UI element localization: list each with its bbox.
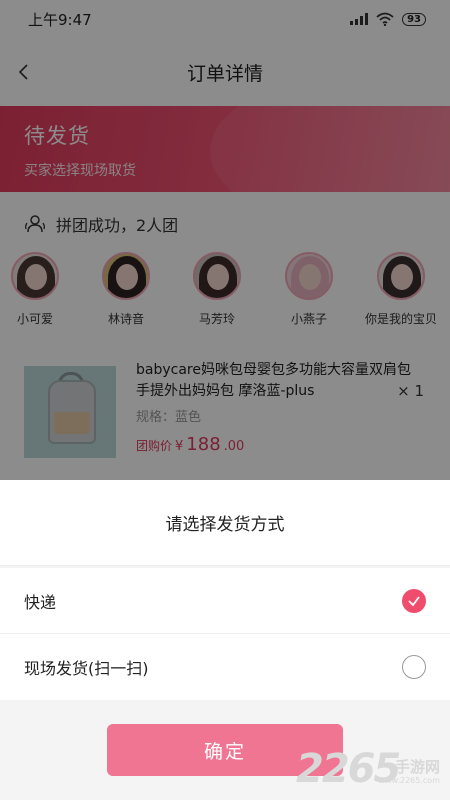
option-express[interactable]: 快递	[0, 568, 450, 634]
watermark-text: 手游网	[394, 758, 440, 776]
option-label: 快递	[24, 592, 57, 612]
option-label: 现场发货(扫一扫)	[24, 659, 149, 678]
site-watermark: 2265 手游网 www.2265.com	[296, 746, 444, 792]
option-onsite[interactable]: 现场发货(扫一扫)	[0, 634, 450, 700]
radio-unchecked-icon[interactable]	[402, 655, 426, 679]
watermark-url: www.2265.com	[378, 776, 440, 785]
radio-checked-icon[interactable]	[402, 588, 426, 613]
watermark-digits: 2265	[296, 746, 401, 792]
sheet-title: 请选择发货方式	[0, 480, 450, 566]
